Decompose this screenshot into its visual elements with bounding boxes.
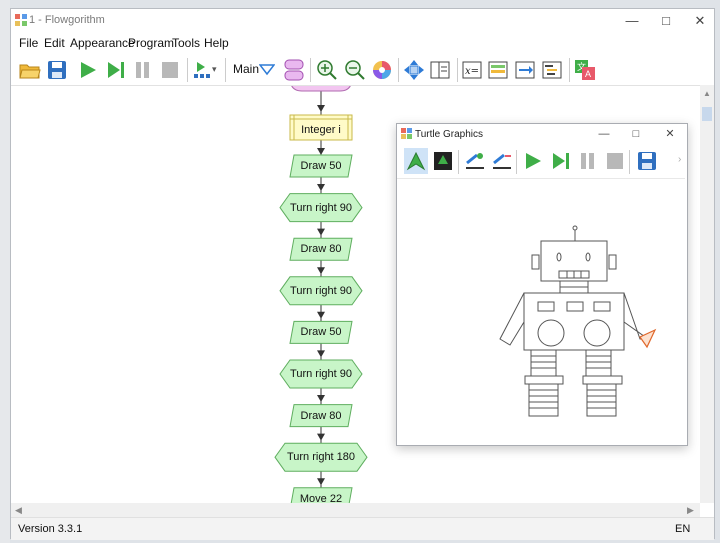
flow-arrow	[317, 350, 325, 358]
app-icon	[15, 14, 27, 26]
step-label: Draw 80	[300, 409, 342, 422]
svg-text:x=: x=	[465, 66, 479, 77]
title-bar: 1 - Flowgorithm — □ ✕	[11, 9, 714, 33]
pause-icon[interactable]	[134, 60, 152, 80]
color-icon[interactable]	[371, 59, 393, 81]
toolbar-separator	[569, 58, 570, 82]
zoom-out-icon[interactable]	[344, 59, 366, 81]
translate-icon[interactable]: 文 A	[574, 59, 596, 81]
menu-program[interactable]: Program	[128, 36, 174, 50]
console-icon[interactable]	[488, 60, 508, 80]
turtle-maximize-button[interactable]: □	[621, 124, 651, 144]
robot-drawing	[499, 225, 657, 417]
menu-edit[interactable]: Edit	[44, 36, 65, 50]
clear-icon[interactable]	[465, 151, 485, 171]
step-into-icon[interactable]: ▾	[193, 60, 219, 82]
horizontal-scrollbar[interactable]: ◀ ▶	[11, 503, 700, 517]
turtle-run-icon[interactable]	[524, 151, 542, 171]
turtle-step-icon[interactable]	[551, 151, 571, 171]
flow-arrow	[317, 395, 325, 402]
background-window-strip	[0, 0, 10, 543]
vertical-scrollbar[interactable]: ▲	[700, 85, 714, 503]
svg-text:▾: ▾	[212, 64, 217, 74]
scroll-thumb[interactable]	[702, 107, 712, 121]
turtle-graphics-window: Turtle Graphics — □ ✕ ›	[396, 123, 688, 446]
step-icon[interactable]	[106, 60, 126, 80]
turtle-pause-icon[interactable]	[579, 151, 597, 171]
turtle-close-button[interactable]: ✕	[655, 124, 685, 144]
flow-arrow	[317, 184, 325, 191]
save-icon[interactable]	[47, 60, 67, 80]
step-label: Draw 50	[300, 326, 342, 339]
declare-label: Integer i	[301, 124, 341, 136]
close-button[interactable]: ✕	[685, 11, 715, 31]
app-icon	[401, 128, 412, 139]
turtle-toolbar: ›	[397, 146, 685, 179]
toolbar-separator	[310, 58, 311, 82]
window-title: 1 - Flowgorithm	[29, 14, 105, 26]
step-label: Turn right 90	[290, 368, 352, 380]
toolbar-separator	[225, 58, 226, 82]
function-select[interactable]: Main	[233, 62, 259, 76]
scroll-left-icon[interactable]: ◀	[15, 505, 22, 516]
output-icon[interactable]	[515, 60, 535, 80]
flow-arrow	[317, 311, 325, 319]
step-label: Turn right 90	[290, 284, 352, 297]
language-indicator: EN	[675, 523, 691, 535]
menu-help[interactable]: Help	[204, 36, 229, 50]
turtle-cursor-icon	[639, 328, 657, 349]
step-label: Draw 80	[300, 243, 342, 256]
move-icon[interactable]	[403, 59, 425, 81]
menu-tools[interactable]: Tools	[172, 36, 200, 50]
layout-icon[interactable]	[284, 59, 304, 81]
step-label: Turn right 180	[286, 451, 356, 464]
turtle-canvas	[397, 179, 685, 443]
toolbar-separator	[187, 58, 188, 82]
turtle-window-title: Turtle Graphics	[415, 129, 483, 140]
flow-arrow	[317, 478, 325, 486]
pen-down-icon[interactable]	[433, 151, 453, 171]
stop-icon[interactable]	[161, 60, 179, 80]
maximize-button[interactable]: □	[651, 11, 681, 31]
flow-arrow	[317, 433, 325, 441]
svg-text:A: A	[585, 69, 591, 79]
flow-arrow	[317, 228, 325, 236]
menu-file[interactable]: File	[19, 36, 38, 50]
code-icon[interactable]	[542, 60, 562, 80]
turtle-stop-icon[interactable]	[606, 151, 624, 171]
zoom-in-icon[interactable]	[316, 59, 338, 81]
toolbar-separator	[457, 58, 458, 82]
pen-up-icon[interactable]	[406, 151, 426, 171]
run-icon[interactable]	[79, 60, 97, 80]
overflow-chevron-icon[interactable]: ›	[678, 154, 681, 165]
turtle-save-icon[interactable]	[637, 151, 657, 171]
menu-bar: File Edit Appearance Program Tools Help	[11, 33, 714, 53]
toolbar-separator	[516, 150, 517, 174]
minimize-button[interactable]: —	[617, 11, 647, 31]
toolbar-separator	[398, 58, 399, 82]
step-label: Draw 50	[300, 160, 342, 172]
toolbar-separator	[629, 150, 630, 174]
toolbar-separator	[458, 150, 459, 174]
scroll-up-icon[interactable]: ▲	[703, 89, 711, 98]
chevron-down-icon[interactable]	[259, 64, 275, 76]
main-toolbar: ▾ Main x= 文 A	[11, 54, 714, 84]
open-icon[interactable]	[19, 60, 41, 80]
step-label: Turn right 90	[290, 201, 352, 214]
version-label: Version 3.3.1	[18, 523, 83, 535]
menu-appearance[interactable]: Appearance	[70, 36, 135, 50]
panels-icon[interactable]	[430, 60, 450, 80]
reset-icon[interactable]	[492, 151, 512, 171]
variable-watch-icon[interactable]: x=	[462, 60, 482, 80]
turtle-minimize-button[interactable]: —	[589, 124, 619, 144]
scroll-right-icon[interactable]: ▶	[687, 505, 694, 516]
flow-arrow	[317, 267, 325, 275]
status-bar: Version 3.3.1 EN	[11, 517, 714, 540]
start-terminal[interactable]	[290, 86, 352, 92]
